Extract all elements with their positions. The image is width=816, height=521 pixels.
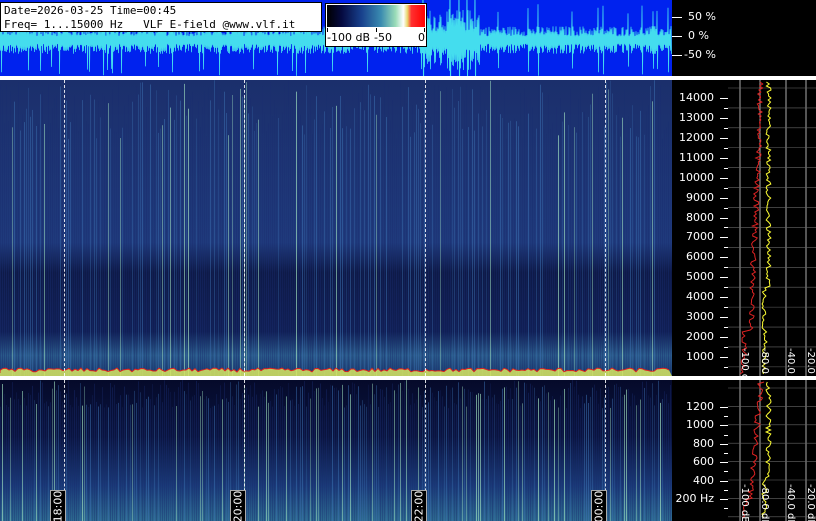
lower-spectrum-panel: -100 dB -80.0 dB -40.0 dB -20.0 dB <box>728 380 816 521</box>
frequency-tick <box>720 425 728 427</box>
frequency-tick <box>720 462 728 464</box>
frequency-tick <box>720 217 728 219</box>
info-date-time: Date=2026-03-25 Time=00:45 <box>4 4 177 17</box>
frequency-label: 14000 <box>679 91 714 104</box>
db-scale-label: -80.0 dB <box>759 348 770 376</box>
frequency-label: 10000 <box>679 170 714 184</box>
percent-label-0: 0 % <box>688 29 709 42</box>
time-label-2000: 20:00 <box>230 490 246 521</box>
frequency-tick <box>720 297 728 299</box>
frequency-label: 600 <box>693 455 714 469</box>
frequency-label: 1000 <box>686 349 714 363</box>
frequency-label: 5000 <box>686 270 714 284</box>
color-scale-label-mid: -50 <box>374 31 392 44</box>
frequency-tick <box>720 356 728 358</box>
lower-spectrogram-image <box>0 380 672 521</box>
frequency-tick <box>720 157 728 159</box>
percent-tick <box>672 17 682 18</box>
upper-spectrogram <box>0 80 672 376</box>
frequency-tick <box>720 277 728 279</box>
frequency-label: 8000 <box>686 210 714 224</box>
frequency-tick <box>720 137 728 139</box>
db-scale-label: -40.0 dB <box>785 484 796 521</box>
frequency-tick <box>720 197 728 199</box>
time-gridline <box>605 80 606 376</box>
frequency-label: 13000 <box>679 110 714 124</box>
time-label-1800: 18:00 <box>50 490 66 521</box>
frequency-tick <box>720 499 728 500</box>
frequency-tick <box>720 337 728 339</box>
time-gridline <box>425 80 426 376</box>
time-gridline <box>244 80 245 376</box>
color-scale-bar: -100 dB -50 0 <box>325 3 427 47</box>
time-label-2200: 22:00 <box>411 490 427 521</box>
frequency-label: 2000 <box>686 330 714 344</box>
frequency-label: 3000 <box>686 310 714 324</box>
upper-frequency-axis: 14000 13000 12000 11000 10000 9000 8000 7000 600… <box>672 80 728 376</box>
percent-tick <box>672 36 682 37</box>
frequency-label: 6000 <box>686 250 714 264</box>
frequency-tick <box>720 480 728 482</box>
vlf-spectrogram-viewer: Date=2026-03-25 Time=00:45 Freq= 1...150… <box>0 0 816 521</box>
info-frequency-range: Freq= 1...15000 Hz VLF E-field @www.vlf.… <box>4 18 296 31</box>
frequency-tick <box>720 407 728 408</box>
color-scale-gradient <box>327 5 425 27</box>
frequency-label: 4000 <box>686 290 714 304</box>
db-scale-label: -40.0 dB <box>785 348 796 376</box>
frequency-label: 400 <box>693 473 714 487</box>
time-gridline <box>64 80 65 376</box>
db-scale-label: -20.0 dB <box>805 484 816 521</box>
frequency-label: 800 <box>693 436 714 450</box>
db-scale-label: -80.0 dB <box>759 484 770 521</box>
frequency-tick <box>720 98 728 99</box>
upper-spectrum-traces <box>728 80 816 376</box>
frequency-label: 12000 <box>679 130 714 144</box>
upper-spectrum-panel: -100 dB -80.0 dB -40.0 dB -20.0 dB <box>728 80 816 376</box>
frequency-label: 1200 <box>686 400 714 413</box>
percent-label-minus-50: -50 % <box>684 48 716 61</box>
frequency-label: 7000 <box>686 230 714 244</box>
frequency-tick <box>720 237 728 239</box>
color-scale-label-min: -100 dB <box>327 31 370 44</box>
lower-spectrogram: 18:00 20:00 22:00 00:00 <box>0 380 672 521</box>
frequency-label: 1000 <box>686 418 714 432</box>
waveform-strip: Date=2026-03-25 Time=00:45 Freq= 1...150… <box>0 0 672 76</box>
percent-tick <box>672 55 682 56</box>
db-scale-label: -100 dB <box>739 348 750 376</box>
frequency-tick <box>720 257 728 259</box>
info-box: Date=2026-03-25 Time=00:45 Freq= 1...150… <box>0 2 322 32</box>
frequency-label: 9000 <box>686 190 714 204</box>
frequency-tick <box>720 443 728 445</box>
waveform-percent-axis: 50 % 0 % -50 % <box>672 0 816 76</box>
frequency-tick <box>720 177 728 179</box>
db-scale-label: -100 dB <box>739 484 750 521</box>
upper-spectrogram-image <box>0 80 672 376</box>
frequency-label: 200 Hz <box>675 492 714 505</box>
frequency-tick <box>720 117 728 119</box>
lower-frequency-axis: 1200 1000 800 600 400 200 Hz <box>672 380 728 521</box>
db-scale-label: -20.0 dB <box>805 348 816 376</box>
time-label-0000: 00:00 <box>591 490 607 521</box>
percent-label-50: 50 % <box>688 10 716 23</box>
frequency-label: 11000 <box>679 150 714 164</box>
frequency-tick <box>720 317 728 319</box>
color-scale-label-max: 0 <box>418 31 425 44</box>
